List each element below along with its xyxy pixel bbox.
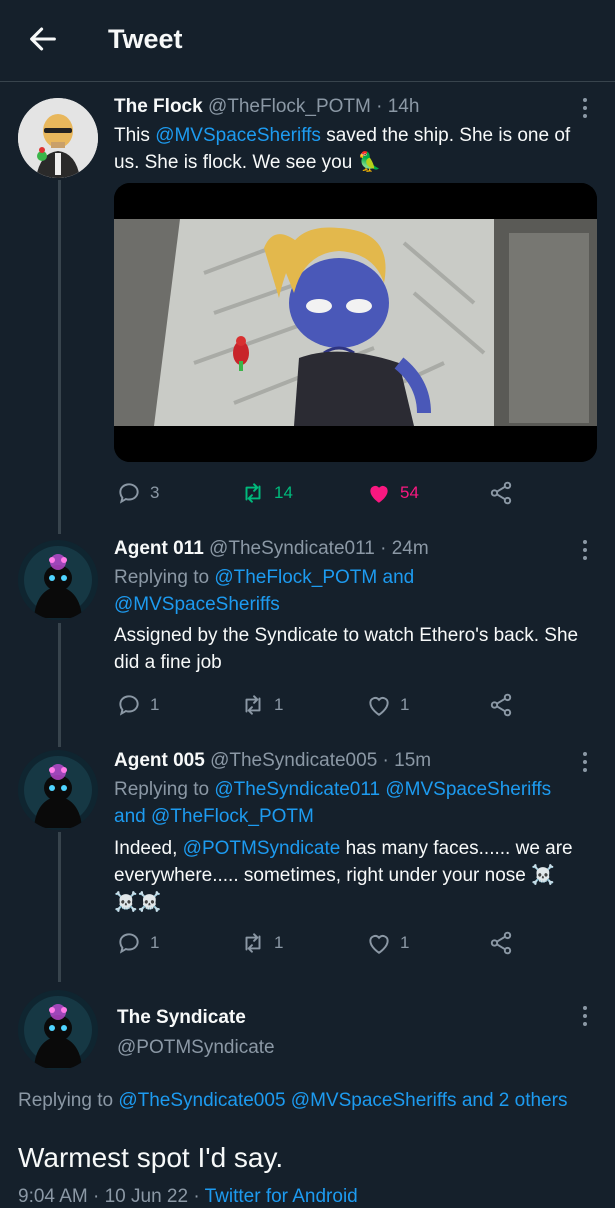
tweet-author-line: Agent 005 @TheSyndicate005 · 15m bbox=[114, 750, 431, 772]
tweet-text: This @MVSpaceSheriffs saved the ship. Sh… bbox=[114, 125, 571, 173]
reply-icon bbox=[119, 483, 139, 504]
reply-button[interactable]: 3 bbox=[116, 478, 159, 508]
retweet-count: 14 bbox=[274, 483, 293, 502]
page-title: Tweet bbox=[108, 24, 183, 54]
tweet-actions: 3 14 54 bbox=[116, 478, 596, 508]
reply-button[interactable]: 1 bbox=[116, 690, 159, 720]
like-count: 1 bbox=[400, 695, 410, 714]
author-handle[interactable]: @POTMSyndicate bbox=[117, 1037, 275, 1059]
thread-line bbox=[58, 623, 61, 747]
author-name[interactable]: The Syndicate bbox=[117, 1007, 246, 1029]
tweet-media-video[interactable] bbox=[114, 183, 597, 462]
mention-link[interactable]: @POTMSyndicate bbox=[183, 838, 341, 859]
thread-line bbox=[58, 180, 61, 534]
retweet-count: 1 bbox=[274, 695, 284, 714]
like-button[interactable]: 54 bbox=[366, 478, 419, 508]
author-name[interactable]: Agent 011 bbox=[114, 538, 204, 559]
retweet-button[interactable]: 14 bbox=[240, 478, 293, 508]
mention-link[interactable]: @MVSpaceSheriffs bbox=[114, 594, 280, 615]
share-icon bbox=[490, 693, 512, 717]
tweet-author-line: The Flock @TheFlock_POTM · 14h bbox=[114, 96, 419, 118]
tweet-actions: 1 1 1 bbox=[116, 690, 596, 720]
others-link[interactable]: 2 others bbox=[499, 1090, 568, 1111]
like-count: 1 bbox=[400, 933, 410, 952]
heart-icon bbox=[369, 935, 389, 954]
like-button[interactable]: 1 bbox=[366, 928, 409, 958]
retweet-count: 1 bbox=[274, 933, 284, 952]
share-button[interactable] bbox=[488, 690, 514, 720]
author-handle[interactable]: @TheSyndicate005 bbox=[210, 750, 377, 771]
share-button[interactable] bbox=[488, 478, 514, 508]
top-bar: Tweet bbox=[0, 0, 615, 82]
tweet-text: Indeed, @POTMSyndicate has many faces...… bbox=[114, 838, 573, 913]
author-handle[interactable]: @TheSyndicate011 bbox=[209, 538, 375, 559]
retweet-icon bbox=[245, 933, 261, 953]
avatar[interactable] bbox=[18, 98, 98, 178]
heart-icon bbox=[369, 697, 389, 716]
tweet-meta: 9:04 AM · 10 Jun 22 · Twitter for Androi… bbox=[18, 1186, 358, 1208]
tweet-time[interactable]: · 14h bbox=[376, 96, 419, 117]
replying-to: Replying to @TheSyndicate005 @MVSpaceShe… bbox=[18, 1090, 568, 1111]
more-options-icon[interactable] bbox=[580, 1006, 590, 1028]
tweet-author-line: Agent 011 @TheSyndicate011 · 24m bbox=[114, 538, 429, 560]
avatar[interactable] bbox=[18, 540, 98, 620]
mention-link[interactable]: @TheFlock_POTM bbox=[214, 567, 377, 588]
reply-icon bbox=[119, 933, 139, 954]
like-button[interactable]: 1 bbox=[366, 690, 409, 720]
replying-to: Replying to @TheSyndicate011 @MVSpaceShe… bbox=[114, 779, 552, 827]
share-icon bbox=[490, 931, 512, 955]
retweet-icon bbox=[245, 695, 261, 715]
author-handle[interactable]: @TheFlock_POTM bbox=[208, 96, 371, 117]
tweet-source-link[interactable]: Twitter for Android bbox=[205, 1186, 358, 1207]
tweet-time[interactable]: · 24m bbox=[380, 538, 429, 559]
tweet-timestamp: 9:04 AM · 10 Jun 22 · bbox=[18, 1186, 205, 1207]
share-icon bbox=[490, 481, 512, 505]
main-tweet-text: Warmest spot I'd say. bbox=[18, 1142, 284, 1173]
reply-count: 1 bbox=[150, 695, 160, 714]
author-name[interactable]: The Flock bbox=[114, 96, 203, 117]
mention-link[interactable]: @TheSyndicate005 bbox=[118, 1090, 285, 1111]
mention-link[interactable]: @MVSpaceSheriffs bbox=[385, 779, 551, 800]
heart-filled-icon bbox=[370, 485, 388, 503]
tweet-actions: 1 1 1 bbox=[116, 928, 596, 958]
reply-icon bbox=[119, 695, 139, 716]
author-name[interactable]: Agent 005 bbox=[114, 750, 205, 771]
retweet-icon bbox=[245, 483, 261, 503]
reply-count: 3 bbox=[150, 483, 160, 502]
retweet-button[interactable]: 1 bbox=[240, 928, 283, 958]
back-arrow-icon[interactable] bbox=[26, 22, 60, 56]
thread-line bbox=[58, 832, 61, 982]
avatar[interactable] bbox=[18, 990, 98, 1070]
more-options-icon[interactable] bbox=[580, 540, 590, 562]
more-options-icon[interactable] bbox=[580, 98, 590, 120]
reply-count: 1 bbox=[150, 933, 160, 952]
avatar[interactable] bbox=[18, 750, 98, 830]
tweet-time[interactable]: · 15m bbox=[383, 750, 432, 771]
share-button[interactable] bbox=[488, 928, 514, 958]
mention-link[interactable]: @MVSpaceSheriffs bbox=[291, 1090, 457, 1111]
mention-link[interactable]: @TheFlock_POTM bbox=[151, 806, 314, 827]
like-count: 54 bbox=[400, 483, 419, 502]
tweet-text: Assigned by the Syndicate to watch Ether… bbox=[114, 625, 579, 673]
replying-to: Replying to @TheFlock_POTM and @MVSpaceS… bbox=[114, 567, 415, 615]
mention-link[interactable]: @TheSyndicate011 bbox=[214, 779, 380, 800]
mention-link[interactable]: @MVSpaceSheriffs bbox=[155, 125, 321, 146]
reply-button[interactable]: 1 bbox=[116, 928, 159, 958]
more-options-icon[interactable] bbox=[580, 752, 590, 774]
retweet-button[interactable]: 1 bbox=[240, 690, 283, 720]
